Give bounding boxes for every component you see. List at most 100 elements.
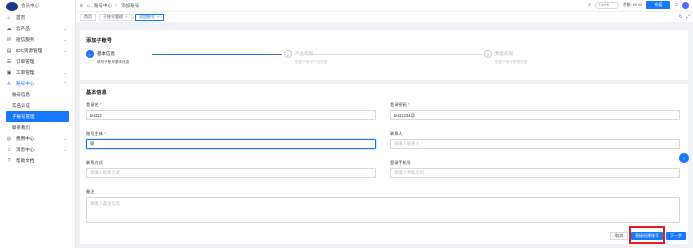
phone-field: 登录手机号 请输入手机号码	[390, 160, 680, 178]
refresh-icon[interactable]: ↻	[679, 14, 683, 20]
bell-icon: ♫	[7, 146, 11, 153]
sidebar-item-account-center[interactable]: ♙ 账号中心 ⌃	[0, 78, 75, 89]
tab-home[interactable]: 首页	[80, 13, 96, 21]
tab-label: 首页	[84, 14, 92, 19]
password-input[interactable]: test1234@	[390, 110, 680, 120]
sidebar-subitem-subaccount-mgmt[interactable]: 子账号管理	[6, 111, 69, 122]
cancel-button[interactable]: 取消	[610, 232, 628, 240]
sidebar-item-label: 工单管理	[16, 69, 35, 75]
step-description: 配置子账号产品权限	[295, 60, 328, 64]
close-icon[interactable]: ✕	[125, 15, 128, 19]
contact-method-input[interactable]: 请输入联系方式	[86, 168, 376, 178]
home-icon: ⌂	[7, 14, 11, 21]
step-description: 填写子账号基本信息	[97, 60, 130, 64]
tabs-tools: ↻ ⤢	[679, 14, 690, 20]
sidebar-item-cloud[interactable]: ☁ 云产品 ⌄	[0, 23, 75, 34]
phone-input[interactable]: 请输入手机号码	[390, 168, 680, 178]
notification-bell-icon[interactable]: ♫	[674, 2, 678, 8]
highlight-box	[629, 226, 665, 244]
search-icon[interactable]: ⌕	[588, 2, 591, 8]
avatar[interactable]	[682, 1, 689, 9]
step-number: 2	[284, 50, 292, 58]
field-label: 登录密码 *	[390, 102, 410, 107]
account-balance: 余额: ¥0.00	[623, 2, 643, 7]
basic-info-form: 基本信息 登录名 * test12 登录密码 * test1234@ 账号主体 …	[80, 84, 688, 244]
field-label: 登录名 *	[86, 102, 102, 107]
sidebar-item-messages[interactable]: ♫ 消息中心 ⌄	[0, 144, 75, 155]
remark-textarea[interactable]: 请输入备注信息	[86, 197, 680, 223]
step-number: 3	[484, 50, 492, 58]
tab-label: 添加账号	[138, 14, 155, 19]
sidebar-item-home[interactable]: ⌂ 首页	[0, 12, 75, 23]
top-bar: ≡ ⌂ 账号中心 / 添加账号 ⌕ Ctrl+K 余额: ¥0.00 充值 ♫	[76, 0, 693, 11]
sidebar-subitem-verification[interactable]: 实名认证	[0, 100, 75, 111]
sidebar-item-help[interactable]: ? 帮助文档	[0, 155, 75, 166]
sidebar-item-label: 订单管理	[16, 58, 35, 64]
tab-subaccount-mgmt[interactable]: 子账号管理 ✕	[99, 13, 132, 21]
tab-label: 子账号管理	[103, 14, 123, 19]
wallet-icon: ◎	[6, 135, 12, 142]
step-number: 1	[86, 50, 94, 58]
sidebar-item-idc[interactable]: ▤ IDC资源管理 ⌄	[0, 45, 75, 56]
sidebar-item-label: 首页	[16, 14, 26, 20]
message-icon: ✉	[6, 36, 12, 43]
home-icon[interactable]: ⌂	[87, 3, 90, 9]
login-name-input[interactable]: test12	[86, 110, 376, 120]
sidebar-item-label: 消息中心	[16, 146, 35, 152]
chevron-down-icon: ⌄	[63, 37, 67, 42]
recharge-button[interactable]: 充值	[646, 1, 671, 9]
sidebar-item-label: 短信服务	[16, 36, 35, 42]
close-icon[interactable]: ✕	[157, 15, 160, 19]
account-holder-field: 账号主体 * 梁	[86, 131, 376, 149]
order-icon: ☰	[6, 58, 12, 65]
field-label: 登录手机号	[390, 160, 411, 165]
sidebar-item-label: IDC资源管理	[16, 47, 43, 53]
collapse-menu-icon[interactable]: ≡	[80, 3, 83, 9]
sidebar-item-label: 费用中心	[16, 135, 35, 141]
step-connector	[306, 54, 482, 55]
tab-add-account[interactable]: 添加账号 ✕	[134, 13, 164, 21]
breadcrumb-parent[interactable]: 账号中心	[94, 3, 112, 9]
step-connector	[152, 54, 282, 55]
breadcrumb-current: 添加账号	[121, 2, 140, 8]
sidebar-item-sms[interactable]: ✉ 短信服务 ⌄	[0, 34, 75, 45]
password-field: 登录密码 * test1234@	[390, 102, 680, 120]
sidebar-item-label: 帮助文档	[16, 157, 35, 163]
top-right-tools: ⌕ Ctrl+K 余额: ¥0.00 充值 ♫	[588, 1, 689, 9]
floating-help-button[interactable]: ?	[679, 153, 689, 163]
sidebar-item-label: 账号中心	[16, 80, 35, 86]
sidebar-item-orders[interactable]: ☰ 订单管理	[0, 56, 75, 67]
breadcrumb-separator: /	[115, 3, 118, 8]
field-label: 备注	[86, 189, 95, 194]
sidebar-subitem-contact[interactable]: 联系我们	[0, 122, 75, 133]
login-name-field: 登录名 * test12	[86, 102, 376, 120]
contact-person-input[interactable]: 请输入联系人	[390, 139, 680, 149]
brand-name: 会员中心	[21, 3, 39, 8]
chevron-down-icon: ⌄	[63, 48, 67, 53]
chevron-down-icon: ⌄	[63, 136, 67, 141]
search-input[interactable]: Ctrl+K	[595, 1, 620, 9]
logo-icon	[6, 1, 18, 11]
sidebar-subitem-account-info[interactable]: 账号信息	[0, 89, 75, 100]
step-product-permissions: 2 产品权限 配置子账号产品权限	[284, 50, 327, 65]
sidebar-item-billing[interactable]: ◎ 费用中心 ⌄	[0, 133, 75, 144]
user-icon: ♙	[6, 80, 12, 87]
sidebar-item-tickets[interactable]: ▣ 工单管理 ⌄	[0, 67, 75, 78]
brand-logo[interactable]: 会员中心	[0, 0, 75, 12]
chevron-up-icon: ⌃	[63, 81, 67, 86]
account-holder-input[interactable]: 梁	[86, 139, 376, 149]
server-icon: ▤	[6, 47, 12, 54]
help-icon: ?	[7, 157, 11, 164]
step-data-permissions: 3 数据权限 配置子账号数据权限	[484, 50, 527, 65]
field-label: 账号主体 *	[86, 131, 106, 136]
chevron-down-icon: ⌄	[63, 26, 67, 31]
field-label: 联系方式	[86, 160, 103, 165]
field-label: 联系人	[390, 131, 403, 136]
contact-person-field: 联系人 请输入联系人	[390, 131, 680, 149]
next-step-button[interactable]: 下一步	[666, 232, 686, 240]
sidebar-item-label: 云产品	[16, 25, 30, 31]
step-title: 数据权限	[495, 51, 513, 56]
fullscreen-icon[interactable]: ⤢	[686, 14, 690, 20]
sidebar: 会员中心 ⌂ 首页 ☁ 云产品 ⌄ ✉ 短信服务 ⌄ ▤ IDC资源管理 ⌄ ☰…	[0, 0, 76, 248]
remark-field: 备注 请输入备注信息	[86, 189, 680, 223]
